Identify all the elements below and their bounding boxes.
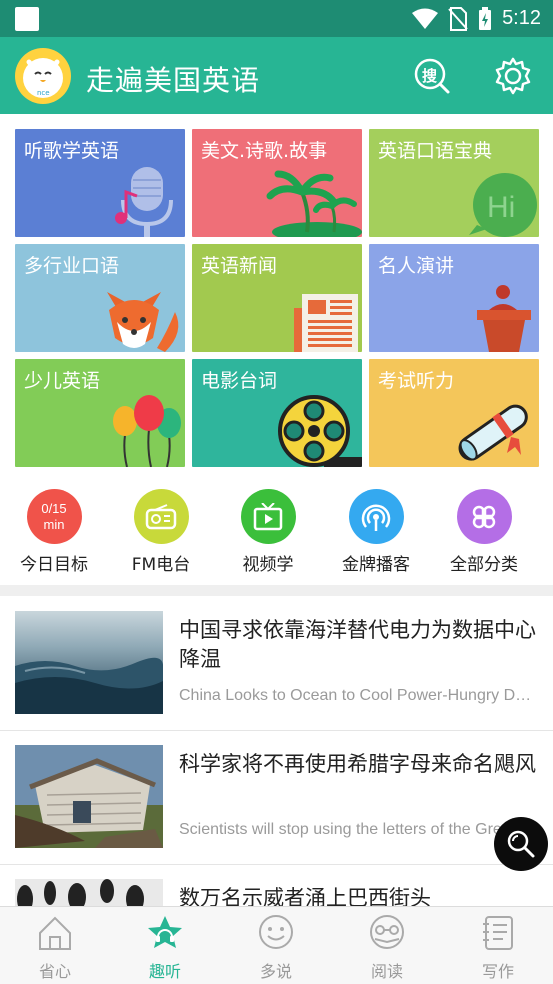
shortcut-label: 视频学: [242, 555, 294, 575]
app-title: 走遍美国英语: [86, 64, 261, 97]
shortcut-fm-radio[interactable]: FM电台: [107, 489, 215, 575]
balloons-icon: [113, 395, 181, 467]
clover-grid-icon: [472, 505, 496, 528]
tile-label: 英语口语宝典: [378, 140, 493, 162]
fox-icon: [107, 292, 179, 352]
article-title: 科学家将不再使用希腊字母来命名飓风: [179, 752, 536, 776]
app-bar: nce 走遍美国英语 搜: [0, 37, 553, 114]
tab-label: 写作: [481, 962, 514, 981]
svg-text:Hi: Hi: [487, 191, 515, 224]
search-button[interactable]: 搜: [413, 57, 451, 95]
glasses-book-icon: [370, 915, 404, 949]
article-item[interactable]: 数万名示威者涌上巴西街头: [0, 864, 553, 906]
shortcut-all-categories[interactable]: 全部分类: [430, 489, 538, 575]
article-item[interactable]: 中国寻求依靠海洋替代电力为数据中心降温 China Looks to Ocean…: [0, 596, 553, 731]
floating-search-button[interactable]: [494, 817, 548, 871]
tile-famous-speeches[interactable]: 名人演讲: [369, 244, 539, 352]
search-badge-text: 搜: [422, 67, 438, 85]
tile-label: 多行业口语: [24, 255, 120, 277]
tile-prose-poetry[interactable]: 美文.诗歌.故事: [192, 129, 362, 237]
article-list: 中国寻求依靠海洋替代电力为数据中心降温 China Looks to Ocean…: [0, 596, 553, 906]
svg-text:nce: nce: [37, 89, 50, 97]
tab-reading[interactable]: 阅读: [332, 913, 442, 982]
shortcut-label: 全部分类: [450, 555, 518, 575]
owl-logo-icon: nce: [23, 58, 63, 98]
tab-fun-listening[interactable]: 趣听: [110, 913, 220, 982]
tile-industry-speaking[interactable]: 多行业口语: [15, 244, 185, 352]
search-icon: [507, 830, 535, 858]
film-reel-icon: [278, 395, 362, 467]
ocean-photo: [15, 611, 163, 714]
tab-label: 多说: [259, 962, 292, 981]
tab-speak-more[interactable]: 多说: [221, 913, 331, 982]
tile-label: 考试听力: [378, 370, 455, 392]
podium-speaker-icon: [477, 285, 531, 352]
tab-worry-free[interactable]: 省心: [0, 913, 110, 982]
status-bar: 5:12: [0, 0, 553, 37]
timer-badge-icon: 0/15 min: [26, 489, 82, 544]
goal-unit: min: [43, 516, 65, 532]
tile-label: 名人演讲: [378, 255, 455, 277]
article-title: 数万名示威者涌上巴西街头: [179, 886, 431, 906]
tile-label: 电影台词: [201, 370, 278, 392]
tab-label: 省心: [38, 962, 71, 981]
tab-writing[interactable]: 写作: [443, 913, 553, 982]
notebook-icon: [483, 916, 513, 950]
shortcut-label: FM电台: [131, 555, 191, 575]
tile-label: 少儿英语: [24, 370, 101, 392]
tv-play-icon: [253, 502, 283, 530]
section-divider: [0, 585, 553, 596]
article-item[interactable]: 科学家将不再使用希腊字母来命名飓风 Scientists will stop u…: [0, 730, 553, 865]
tile-kids-english[interactable]: 少儿英语: [15, 359, 185, 467]
app-logo[interactable]: nce: [15, 48, 71, 104]
shortcut-video[interactable]: 视频学: [214, 489, 322, 575]
tab-label: 阅读: [370, 962, 403, 981]
palm-island-icon: [266, 170, 362, 237]
podcast-icon: [361, 503, 391, 531]
shortcut-label: 今日目标: [20, 555, 88, 575]
protest-photo: [15, 879, 163, 906]
bottom-tab-bar: 省心 趣听 多说 阅读 写作: [0, 906, 553, 984]
settings-button[interactable]: [494, 57, 532, 95]
article-title: 中国寻求依靠海洋替代电力为数据中心降温: [179, 618, 536, 671]
tab-label: 趣听: [148, 962, 181, 981]
shortcut-podcast[interactable]: 金牌播客: [322, 489, 430, 575]
tile-movie-lines[interactable]: 电影台词: [192, 359, 362, 467]
house-icon: [39, 916, 71, 950]
article-subtitle: China Looks to Ocean to Cool Power-Hungr…: [179, 687, 535, 704]
tile-speaking-guide[interactable]: 英语口语宝典 Hi: [369, 129, 539, 237]
article-subtitle: Scientists will stop using the letters o…: [179, 821, 535, 838]
diploma-icon: [458, 404, 528, 461]
smile-bubble-icon: [259, 915, 293, 949]
newspaper-icon: [294, 294, 358, 352]
wifi-icon: [412, 8, 439, 29]
status-time: 5:12: [502, 7, 541, 29]
tile-label: 美文.诗歌.故事: [201, 140, 328, 162]
shortcut-daily-goal[interactable]: 0/15 min 今日目标: [0, 489, 108, 575]
tile-songs[interactable]: 听歌学英语: [15, 129, 185, 237]
notification-icon: [15, 7, 39, 31]
shortcut-row: 0/15 min 今日目标 FM电台 视频学 金牌播客 全部分类: [0, 467, 553, 585]
shortcut-label: 金牌播客: [342, 555, 410, 575]
headphone-star-icon: [148, 916, 182, 948]
hi-bubble-icon: Hi: [469, 173, 537, 237]
tile-label: 英语新闻: [201, 255, 278, 277]
no-sim-icon: [448, 6, 468, 31]
microphone-music-icon: [115, 167, 173, 237]
battery-charging-icon: [479, 6, 492, 30]
tile-exam-listening[interactable]: 考试听力: [369, 359, 539, 467]
gear-icon: [495, 57, 531, 95]
goal-progress: 0/15: [41, 500, 67, 516]
hurricane-damage-photo: [15, 745, 163, 848]
tile-label: 听歌学英语: [24, 140, 120, 162]
radio-icon: [145, 503, 177, 529]
tile-english-news[interactable]: 英语新闻: [192, 244, 362, 352]
